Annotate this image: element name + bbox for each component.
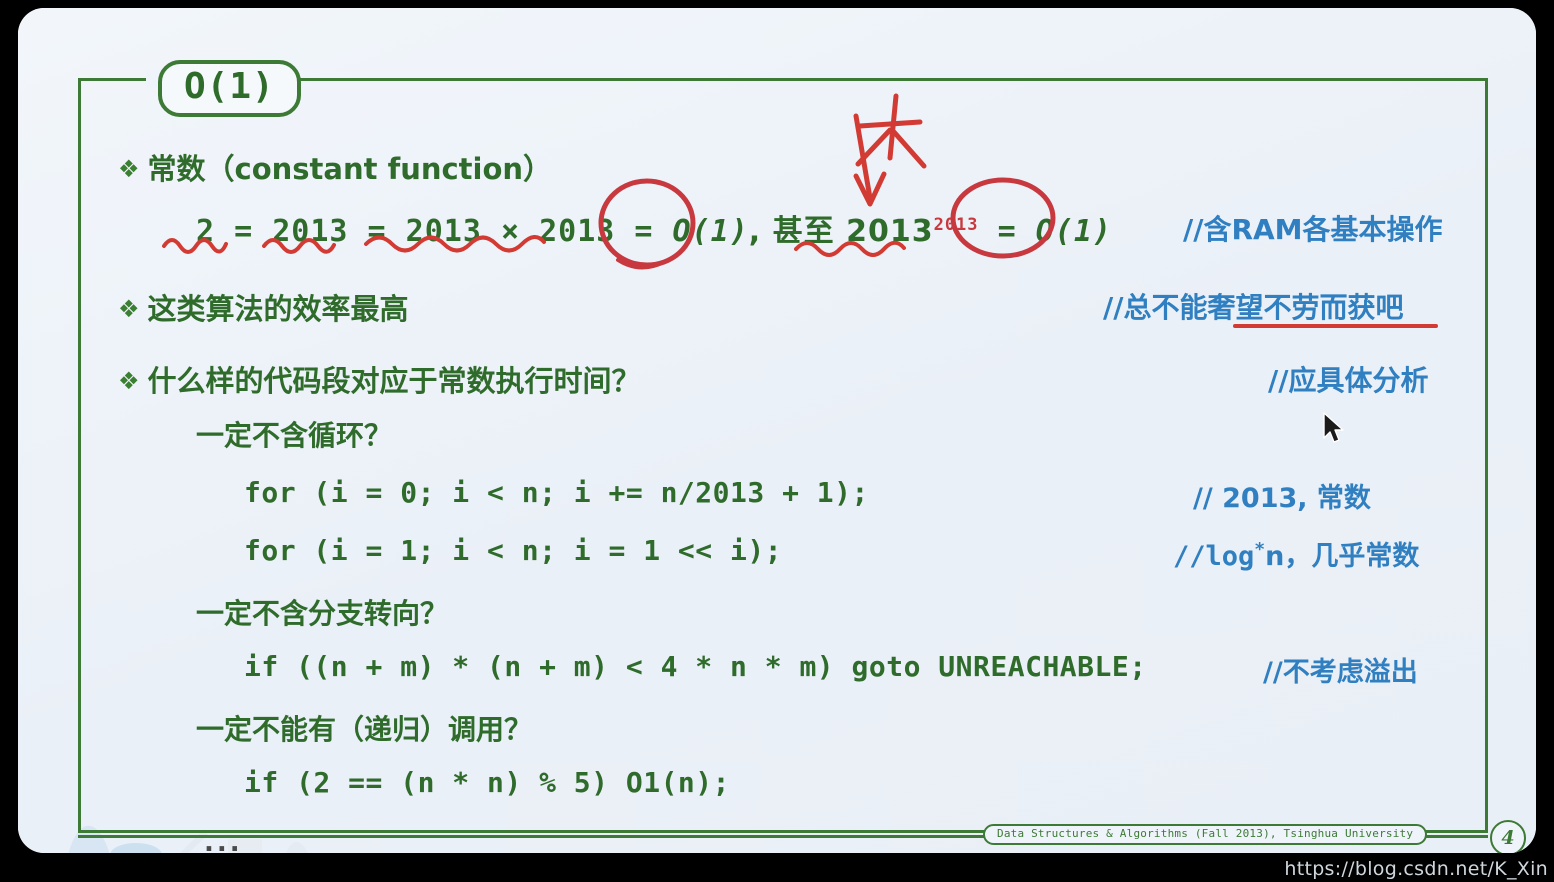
- diamond-bullet-icon: ❖: [118, 155, 140, 183]
- bullet-2-label: 这类算法的效率最高: [147, 292, 409, 326]
- comment-5-suffix: n，几乎常数: [1265, 541, 1420, 572]
- question-2-label: 一定不含分支转向？: [196, 597, 449, 630]
- comment-5-star: *: [1254, 539, 1266, 560]
- code-line-3: if ((n + m) * (n + m) < 4 * n * m) goto …: [244, 650, 1147, 683]
- code-line-2: for (i = 1; i < n; i = 1 << i);: [244, 534, 782, 567]
- question-1-label: 一定不含循环？: [196, 419, 393, 452]
- question-1: 一定不含循环？: [196, 414, 392, 454]
- red-underline-ink: [1233, 324, 1438, 328]
- code-1-text: for (i = 0; i < n; i += n/2013 + 1);: [244, 476, 869, 509]
- comment-2-label: //总不能奢望不劳而获吧: [1103, 291, 1404, 324]
- diamond-bullet-icon: ❖: [118, 367, 140, 395]
- continuation-dots: ...: [204, 828, 243, 853]
- equation-superscript: 2013: [933, 215, 979, 235]
- code-3-text: if ((n + m) * (n + m) < 4 * n * m) goto …: [244, 650, 1147, 683]
- slide-canvas: O(1) ❖ 常数（constant function） 2 = 2013 = 2…: [18, 8, 1536, 853]
- code-line-4: if (2 == (n * n) % 5) O1(n);: [244, 766, 730, 799]
- comment-4-label: // 2013, 常数: [1193, 483, 1371, 514]
- comment-1-label: //含RAM各基本操作: [1183, 213, 1443, 246]
- comment-no-free-lunch: //总不能奢望不劳而获吧: [1103, 286, 1403, 326]
- slide-title-badge: O(1): [158, 60, 301, 117]
- code-line-1: for (i = 0; i < n; i += n/2013 + 1);: [244, 476, 869, 509]
- comment-ram-operations: //含RAM各基本操作: [1183, 208, 1443, 248]
- question-2: 一定不含分支转向？: [196, 592, 448, 632]
- comment-analyze-case: //应具体分析: [1268, 359, 1428, 399]
- bullet-item-2: ❖ 这类算法的效率最高: [118, 286, 409, 328]
- equation-circled-2: O(1): [1035, 214, 1112, 249]
- screenshot-root: O(1) ❖ 常数（constant function） 2 = 2013 = 2…: [0, 0, 1554, 882]
- comment-2013-constant: // 2013, 常数: [1193, 476, 1371, 515]
- diamond-bullet-icon: ❖: [118, 295, 140, 323]
- page-number-badge: 4: [1490, 820, 1526, 853]
- watermark-url: https://blog.csdn.net/K_Xin: [1284, 858, 1548, 880]
- footer-course-label: Data Structures & Algorithms (Fall 2013)…: [983, 824, 1428, 845]
- bullet-item-3: ❖ 什么样的代码段对应于常数执行时间？: [118, 358, 641, 400]
- slide-title-text: O(1): [184, 66, 275, 107]
- question-3: 一定不能有（递归）调用？: [196, 708, 532, 748]
- mouse-cursor-icon: [1323, 412, 1344, 443]
- equation-mid: , 甚至 2013: [748, 214, 934, 249]
- slide-content: ❖ 常数（constant function） 2 = 2013 = 2013 ×…: [78, 78, 1488, 833]
- bullet-item-1: ❖ 常数（constant function）: [118, 146, 552, 188]
- bullet-3-label: 什么样的代码段对应于常数执行时间？: [147, 364, 641, 398]
- question-3-label: 一定不能有（递归）调用？: [196, 713, 533, 746]
- comment-ignore-overflow: //不考虑溢出: [1263, 650, 1418, 689]
- watermark-text: https://blog.csdn.net/K_Xin: [1284, 858, 1548, 880]
- comment-5-prefix: //log: [1173, 541, 1255, 572]
- equation-equals: =: [978, 214, 1036, 249]
- comment-log-star-n: //log*n，几乎常数: [1173, 534, 1419, 573]
- equation-circled-1: O(1): [672, 214, 749, 249]
- comment-6-label: //不考虑溢出: [1263, 657, 1418, 688]
- comment-3-label: //应具体分析: [1268, 364, 1429, 397]
- footer-text: Data Structures & Algorithms (Fall 2013)…: [997, 827, 1414, 840]
- equation-lhs: 2 = 2013 = 2013 × 2013 =: [196, 214, 673, 249]
- dots-text: ...: [204, 828, 243, 853]
- code-4-text: if (2 == (n * n) % 5) O1(n);: [244, 766, 731, 799]
- code-2-text: for (i = 1; i < n; i = 1 << i);: [244, 534, 783, 567]
- equation-row: 2 = 2013 = 2013 × 2013 = O(1), 甚至 201320…: [196, 206, 1112, 250]
- page-number-text: 4: [1501, 827, 1515, 849]
- bullet-1-label: 常数（constant function）: [147, 152, 553, 186]
